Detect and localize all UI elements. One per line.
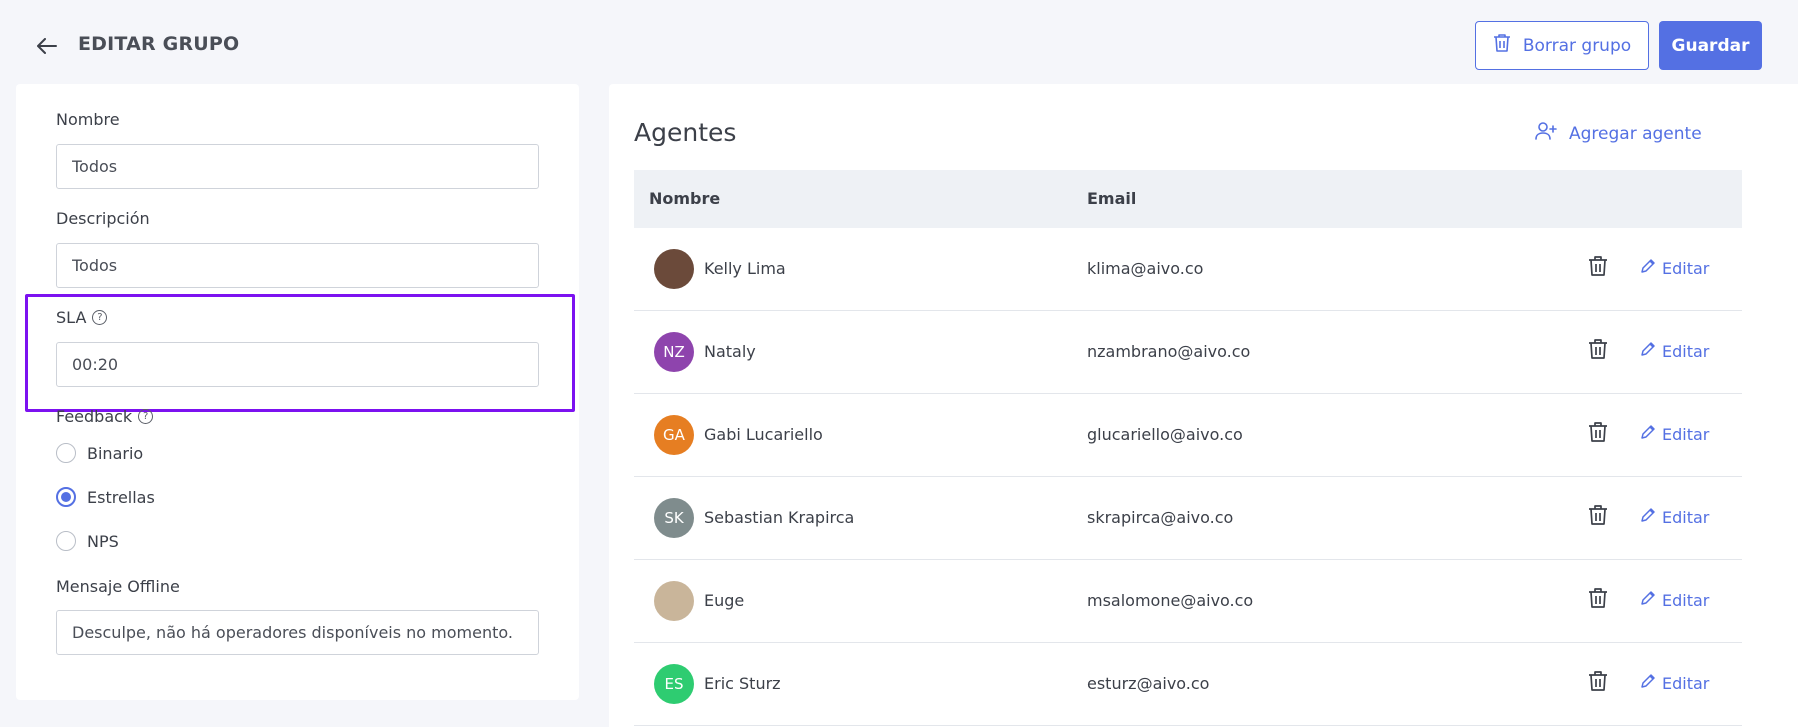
- table-header: Nombre Email: [634, 170, 1742, 228]
- delete-agent-button[interactable]: [1586, 670, 1610, 696]
- page-header: EDITAR GRUPO Borrar grupo Guardar: [0, 0, 1798, 86]
- agent-name: Gabi Lucariello: [704, 425, 823, 444]
- delete-agent-button[interactable]: [1586, 255, 1610, 281]
- edit-label: Editar: [1662, 341, 1710, 361]
- feedback-label: Feedback: [56, 407, 133, 426]
- agents-card: Agentes Agregar agente Nombre Email Kell…: [609, 84, 1798, 727]
- feedback-label-row: Feedback ?: [56, 407, 154, 426]
- edit-label: Editar: [1662, 590, 1710, 610]
- group-form-card: Nombre Descripción SLA ? Feedback ? Bina…: [16, 84, 579, 700]
- table-row: ES Eric Sturz esturz@aivo.co Editar: [634, 643, 1742, 726]
- offline-message-label: Mensaje Offline: [56, 577, 180, 596]
- radio-label: Estrellas: [87, 487, 155, 507]
- edit-agent-button[interactable]: Editar: [1640, 507, 1709, 527]
- avatar: [654, 249, 694, 289]
- table-row: SK Sebastian Krapirca skrapirca@aivo.co …: [634, 477, 1742, 560]
- feedback-option-nps[interactable]: NPS: [56, 531, 119, 551]
- radio-button[interactable]: [56, 443, 76, 463]
- trash-icon: [1588, 255, 1608, 281]
- trash-icon: [1588, 421, 1608, 447]
- delete-agent-button[interactable]: [1586, 587, 1610, 613]
- table-row: NZ Nataly nzambrano@aivo.co Editar: [634, 311, 1742, 394]
- pencil-icon: [1640, 258, 1656, 278]
- agent-email: nzambrano@aivo.co: [1087, 342, 1251, 361]
- agent-email: esturz@aivo.co: [1087, 674, 1210, 693]
- table-row: Kelly Lima klima@aivo.co Editar: [634, 228, 1742, 311]
- avatar-initials: ES: [664, 675, 684, 693]
- help-icon[interactable]: ?: [138, 409, 154, 424]
- avatar: ES: [654, 664, 694, 704]
- page-title: EDITAR GRUPO: [78, 33, 240, 55]
- avatar-initials: GA: [663, 426, 685, 444]
- agent-name: Euge: [704, 591, 745, 610]
- avatar: GA: [654, 415, 694, 455]
- sla-label: SLA: [56, 308, 87, 327]
- edit-label: Editar: [1662, 424, 1710, 444]
- sla-input[interactable]: [56, 342, 539, 387]
- edit-label: Editar: [1662, 507, 1710, 527]
- agent-name: Kelly Lima: [704, 259, 786, 278]
- delete-group-label: Borrar grupo: [1522, 35, 1632, 56]
- avatar: [654, 581, 694, 621]
- pencil-icon: [1640, 673, 1656, 693]
- add-agent-label: Agregar agente: [1569, 123, 1702, 144]
- delete-group-button[interactable]: Borrar grupo: [1475, 21, 1649, 70]
- pencil-icon: [1640, 424, 1656, 444]
- pencil-icon: [1640, 507, 1656, 527]
- edit-label: Editar: [1662, 673, 1710, 693]
- column-header-email: Email: [1087, 189, 1137, 208]
- avatar-initials: NZ: [663, 343, 685, 361]
- agents-title: Agentes: [634, 118, 737, 147]
- feedback-option-estrellas[interactable]: Estrellas: [56, 487, 155, 507]
- add-user-icon: [1535, 122, 1557, 145]
- agent-name: Nataly: [704, 342, 756, 361]
- delete-agent-button[interactable]: [1586, 504, 1610, 530]
- delete-agent-button[interactable]: [1586, 338, 1610, 364]
- edit-agent-button[interactable]: Editar: [1640, 590, 1709, 610]
- description-label: Descripción: [56, 209, 150, 228]
- agent-email: glucariello@aivo.co: [1087, 425, 1243, 444]
- pencil-icon: [1640, 590, 1656, 610]
- name-label: Nombre: [56, 110, 120, 129]
- edit-label: Editar: [1662, 258, 1710, 278]
- save-button[interactable]: Guardar: [1659, 21, 1762, 70]
- sla-label-row: SLA ?: [56, 308, 108, 327]
- edit-agent-button[interactable]: Editar: [1640, 258, 1709, 278]
- agent-name: Sebastian Krapirca: [704, 508, 855, 527]
- agent-name: Eric Sturz: [704, 674, 781, 693]
- agent-email: klima@aivo.co: [1087, 259, 1204, 278]
- radio-label: NPS: [87, 531, 119, 551]
- back-arrow-icon[interactable]: [34, 33, 60, 59]
- column-header-name: Nombre: [649, 189, 721, 208]
- radio-button-checked[interactable]: [56, 487, 76, 507]
- avatar: NZ: [654, 332, 694, 372]
- radio-label: Binario: [87, 443, 144, 463]
- radio-button[interactable]: [56, 531, 76, 551]
- agent-email: skrapirca@aivo.co: [1087, 508, 1234, 527]
- edit-agent-button[interactable]: Editar: [1640, 673, 1709, 693]
- offline-message-input[interactable]: [56, 610, 539, 655]
- avatar: SK: [654, 498, 694, 538]
- description-input[interactable]: [56, 243, 539, 288]
- table-row: GA Gabi Lucariello glucariello@aivo.co E…: [634, 394, 1742, 477]
- trash-icon: [1493, 33, 1511, 58]
- trash-icon: [1588, 670, 1608, 696]
- edit-agent-button[interactable]: Editar: [1640, 341, 1709, 361]
- help-icon[interactable]: ?: [92, 310, 108, 325]
- name-input[interactable]: [56, 144, 539, 189]
- table-row: Euge msalomone@aivo.co Editar: [634, 560, 1742, 643]
- avatar-initials: SK: [664, 509, 684, 527]
- edit-agent-button[interactable]: Editar: [1640, 424, 1709, 444]
- agent-email: msalomone@aivo.co: [1087, 591, 1254, 610]
- trash-icon: [1588, 338, 1608, 364]
- trash-icon: [1588, 504, 1608, 530]
- pencil-icon: [1640, 341, 1656, 361]
- delete-agent-button[interactable]: [1586, 421, 1610, 447]
- trash-icon: [1588, 587, 1608, 613]
- feedback-option-binario[interactable]: Binario: [56, 443, 143, 463]
- add-agent-button[interactable]: Agregar agente: [1535, 122, 1702, 145]
